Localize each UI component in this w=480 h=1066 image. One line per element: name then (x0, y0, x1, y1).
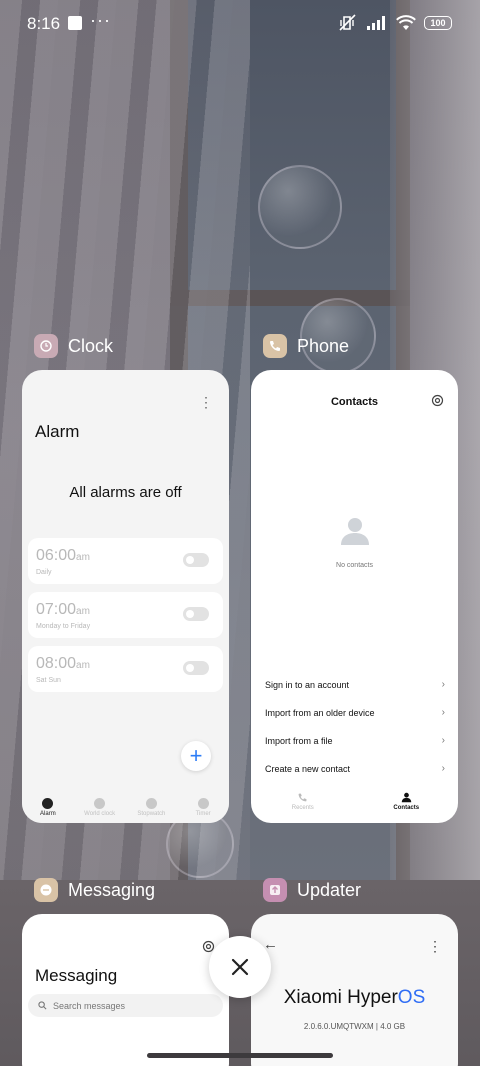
notification-square-icon (68, 16, 82, 30)
more-notifications-icon: ··· (90, 10, 111, 30)
add-alarm-button[interactable]: + (181, 741, 211, 771)
app-label-updater[interactable]: Updater (263, 878, 361, 902)
app-name: Updater (297, 879, 362, 900)
create-contact-item[interactable]: Create a new contact › (265, 763, 445, 774)
app-name: Messaging (68, 879, 156, 900)
status-bar: 8:16 ··· 100 (0, 0, 480, 48)
app-label-phone[interactable]: Phone (263, 334, 349, 358)
alarm-toggle[interactable] (183, 607, 209, 621)
nav-contacts[interactable]: Contacts (355, 792, 459, 811)
alarm-time: 08:00am (36, 655, 90, 672)
os-version: 2.0.6.0.UMQTWXM | 4.0 GB (303, 1022, 406, 1031)
phone-bottom-nav: Recents Contacts (251, 792, 458, 811)
alarm-time: 06:00am (36, 547, 90, 564)
nav-alarm[interactable]: Alarm (22, 791, 74, 823)
gesture-navigation-bar[interactable] (147, 1053, 333, 1058)
battery-icon: 100 (424, 16, 452, 30)
signal-icon (367, 16, 385, 30)
chevron-right-icon: › (441, 679, 445, 690)
status-time: 8:16 (27, 14, 61, 33)
import-file-item[interactable]: Import from a file › (265, 735, 445, 746)
hyperos-brand: Xiaomi HyperOS (283, 987, 426, 1008)
alarm-row[interactable]: 07:00am Monday to Friday (28, 592, 223, 638)
import-older-device-item[interactable]: Import from an older device › (265, 707, 445, 718)
chevron-right-icon: › (441, 763, 445, 774)
nav-stopwatch[interactable]: Stopwatch (126, 791, 178, 823)
recent-card-phone[interactable]: Contacts No contacts Sign in to an accou… (251, 370, 458, 823)
world-clock-icon (94, 797, 106, 809)
vibrate-mute-icon (339, 14, 356, 31)
nav-recents[interactable]: Recents (251, 792, 355, 811)
alarm-clock-icon (34, 334, 58, 358)
contacts-title: Contacts (330, 396, 379, 408)
app-name: Phone (297, 335, 350, 356)
search-messages-input[interactable]: Search messages (28, 994, 223, 1017)
wifi-icon (396, 15, 416, 30)
clock-page-title: Alarm (35, 422, 80, 441)
recent-card-updater[interactable]: ← ⋮ Xiaomi HyperOS 2.0.6.0.UMQTWXM | 4.0… (251, 914, 458, 1066)
nav-timer[interactable]: Timer (177, 791, 229, 823)
app-name: Clock (68, 335, 114, 356)
app-label-messaging[interactable]: Messaging (34, 878, 155, 902)
alarm-row[interactable]: 08:00am Sat Sun (28, 646, 223, 692)
alarm-repeat: Sat Sun (36, 677, 61, 684)
alarm-toggle[interactable] (183, 661, 209, 675)
person-icon (401, 792, 411, 803)
person-placeholder-icon (341, 518, 369, 545)
nav-world-clock[interactable]: World clock (74, 791, 126, 823)
hourglass-icon (197, 797, 209, 809)
alarm-repeat: Monday to Friday (36, 623, 91, 630)
alarm-icon (42, 797, 54, 809)
alarm-repeat: Daily (36, 569, 52, 576)
messaging-title: Messaging (35, 966, 118, 985)
alarm-time: 07:00am (36, 601, 90, 618)
close-icon (231, 958, 249, 976)
alarm-row[interactable]: 06:00am Daily (28, 538, 223, 584)
chat-bubble-icon (34, 878, 58, 902)
no-contacts-message: No contacts (336, 562, 373, 569)
stopwatch-icon (145, 797, 157, 809)
recent-card-messaging[interactable]: Messaging Search messages (22, 914, 229, 1066)
clear-all-button[interactable] (209, 936, 271, 998)
recent-card-clock[interactable]: ⋮ Alarm All alarms are off 06:00am Daily… (22, 370, 229, 823)
phone-icon (263, 334, 287, 358)
wallpaper-bubble (258, 165, 342, 249)
updater-arrow-icon (263, 878, 287, 902)
app-label-clock[interactable]: Clock (34, 334, 113, 358)
gear-icon[interactable] (431, 394, 444, 407)
search-icon (38, 1001, 47, 1010)
sign-in-account-item[interactable]: Sign in to an account › (265, 679, 445, 690)
alarms-off-message: All alarms are off (69, 484, 182, 501)
more-options-icon[interactable]: ⋮ (428, 938, 442, 955)
clock-bottom-nav: Alarm World clock Stopwatch Timer (22, 791, 229, 823)
alarm-toggle[interactable] (183, 553, 209, 567)
chevron-right-icon: › (441, 735, 445, 746)
more-options-icon[interactable]: ⋮ (199, 394, 213, 411)
search-placeholder: Search messages (53, 1000, 126, 1011)
phone-icon (298, 793, 307, 802)
chevron-right-icon: › (441, 707, 445, 718)
